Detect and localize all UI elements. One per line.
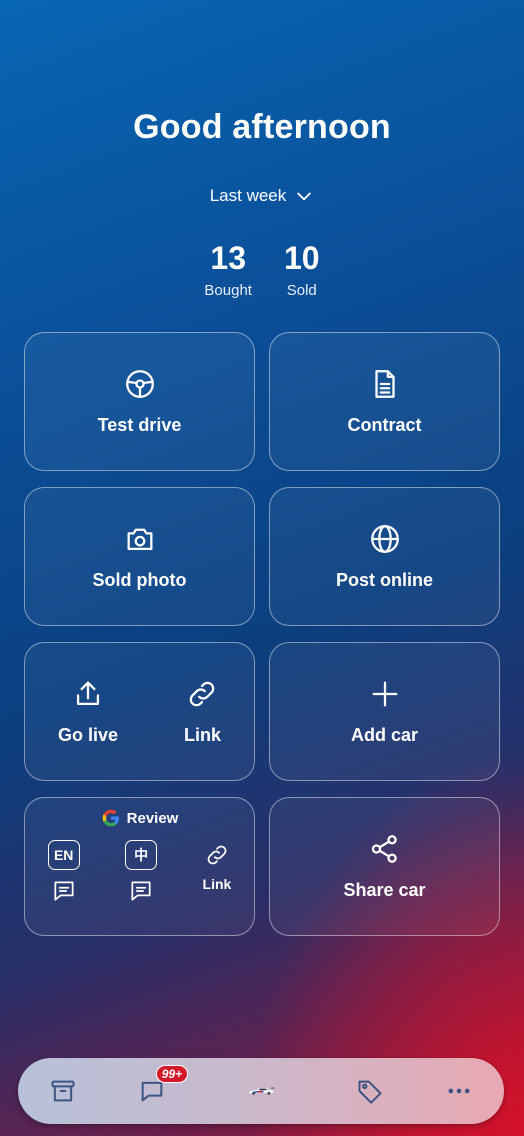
share-car-label: Share car xyxy=(343,880,426,900)
review-title: Review xyxy=(126,809,179,827)
plus-icon xyxy=(372,681,397,707)
archive-icon xyxy=(51,1080,75,1102)
stat-sold-label: Sold xyxy=(286,282,317,299)
upload-icon xyxy=(76,681,100,706)
tab-cars[interactable] xyxy=(211,1061,311,1121)
stat-sold-value: 10 xyxy=(283,240,320,276)
more-dots-icon xyxy=(448,1088,470,1094)
chevron-down-icon xyxy=(297,192,312,201)
go-live-label: Go live xyxy=(57,725,119,745)
greeting-title: Good afternoon xyxy=(133,108,391,146)
go-live-link-tile: Go live Link xyxy=(24,642,255,781)
tab-archive[interactable] xyxy=(33,1061,93,1121)
post-online-button[interactable]: Post online xyxy=(269,487,500,626)
review-en-badge: EN xyxy=(47,840,80,870)
globe-icon xyxy=(370,525,399,553)
stats-summary: 13 Bought 10 Sold xyxy=(0,238,524,299)
race-car-icon xyxy=(248,1087,275,1095)
link-button[interactable]: Link xyxy=(184,677,221,746)
review-options: EN 中 Link xyxy=(25,840,254,904)
review-link-label: Link xyxy=(202,876,232,892)
stat-sold: 10 Sold xyxy=(284,238,320,299)
review-en-button[interactable]: EN xyxy=(47,840,80,904)
tab-more[interactable] xyxy=(429,1061,489,1121)
link-icon xyxy=(190,681,215,707)
message-icon xyxy=(131,881,151,901)
period-label: Last week xyxy=(209,186,287,205)
go-live-button[interactable]: Go live xyxy=(58,677,118,746)
document-icon xyxy=(374,370,395,398)
google-logo-icon xyxy=(102,809,119,827)
contract-label: Contract xyxy=(347,415,422,435)
add-car-button[interactable]: Add car xyxy=(269,642,500,781)
link-icon xyxy=(207,845,227,865)
stat-bought-label: Bought xyxy=(204,282,252,299)
stat-bought-value: 13 xyxy=(210,240,246,276)
review-link-button[interactable]: Link xyxy=(202,840,232,892)
review-zh-badge: 中 xyxy=(125,840,158,870)
add-car-label: Add car xyxy=(350,725,419,745)
test-drive-button[interactable]: Test drive xyxy=(24,332,255,471)
contract-button[interactable]: Contract xyxy=(269,332,500,471)
test-drive-label: Test drive xyxy=(97,415,182,435)
steering-wheel-icon xyxy=(125,370,154,398)
camera-icon xyxy=(127,528,152,551)
bottom-tab-bar: 99+ xyxy=(18,1058,504,1124)
sold-photo-label: Sold photo xyxy=(92,570,187,590)
sold-photo-button[interactable]: Sold photo xyxy=(24,487,255,626)
post-online-label: Post online xyxy=(335,570,433,590)
tag-icon xyxy=(358,1080,382,1104)
tab-messages[interactable]: 99+ xyxy=(122,1061,189,1121)
messages-count-badge: 99+ xyxy=(155,1065,189,1083)
message-icon xyxy=(54,881,74,901)
review-header: Review xyxy=(101,808,179,828)
stat-bought: 13 Bought xyxy=(204,238,252,299)
share-icon xyxy=(371,835,397,863)
review-zh-button[interactable]: 中 xyxy=(125,840,158,904)
tab-tags[interactable] xyxy=(340,1061,400,1121)
review-tile: Review EN 中 Link xyxy=(24,797,255,936)
action-grid: Test drive Contract Sold photo Post onli… xyxy=(24,332,500,936)
period-selector[interactable]: Last week xyxy=(0,186,524,206)
link-label: Link xyxy=(183,725,221,745)
share-car-button[interactable]: Share car xyxy=(269,797,500,936)
